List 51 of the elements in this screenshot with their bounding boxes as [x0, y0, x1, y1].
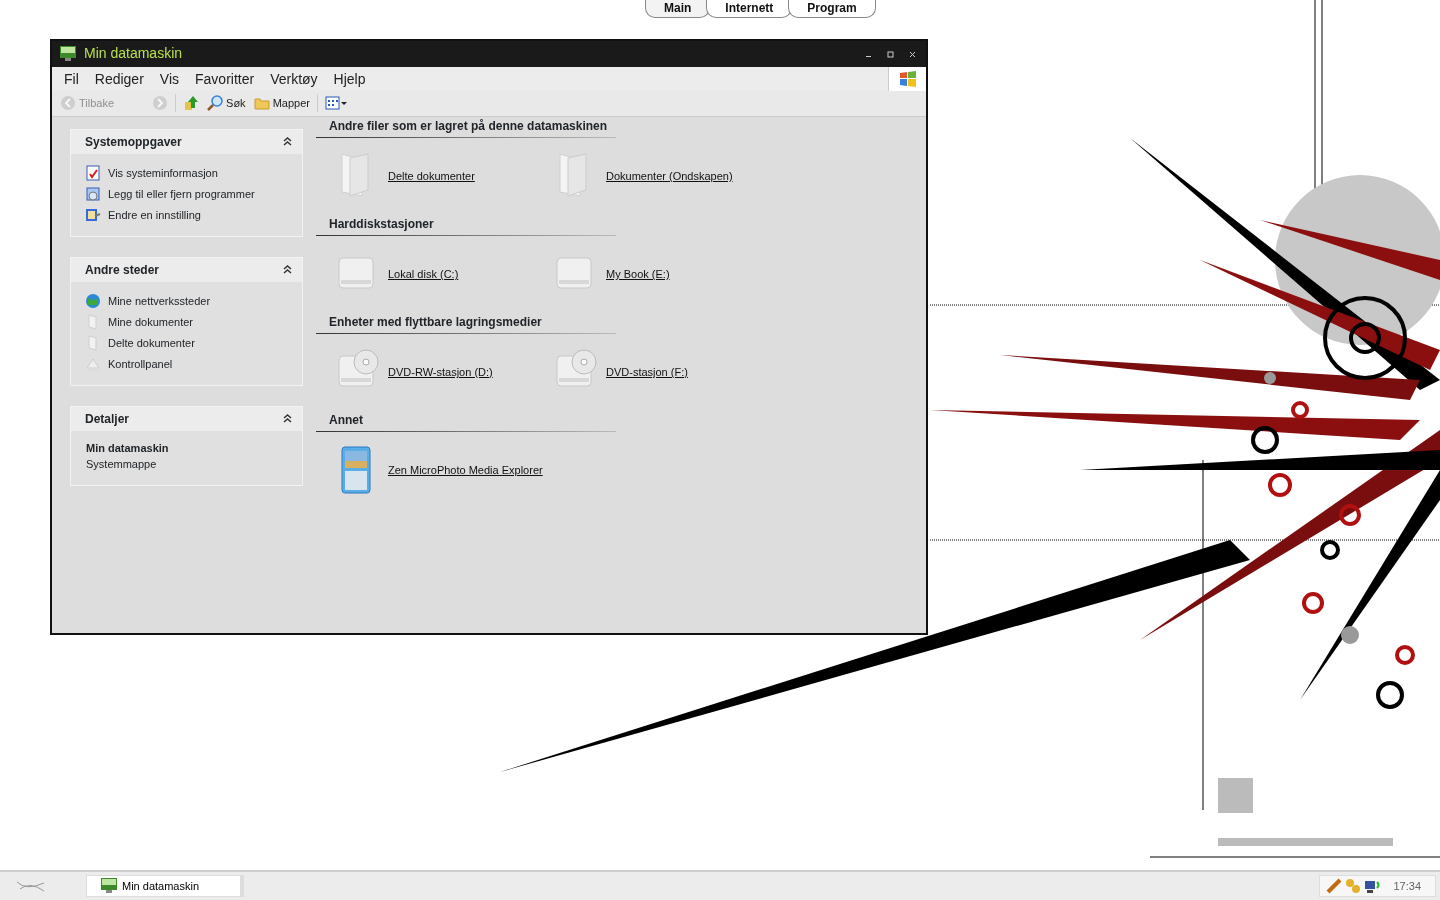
folder-up-icon [183, 95, 200, 112]
panel-link[interactable]: Vis systeminformasjon [108, 165, 218, 182]
panel-link[interactable]: Legg til eller fjern programmer [108, 186, 255, 203]
panel-link[interactable]: Delte dokumenter [108, 335, 195, 352]
clock: 17:34 [1393, 878, 1421, 894]
tray-tool-icon[interactable] [1326, 878, 1343, 894]
group-header: Andre filer som er lagret på denne datamaskinen [316, 116, 616, 138]
panel-link[interactable]: Mine dokumenter [108, 314, 193, 331]
menu-item[interactable]: Vis [151, 66, 187, 91]
folder-icon [253, 95, 270, 112]
menu-item[interactable]: Hjelp [325, 66, 374, 91]
search-button[interactable]: Søk [203, 95, 250, 112]
drive-link[interactable]: Lokal disk (C:) [336, 250, 554, 299]
document-check-icon [85, 165, 101, 182]
drive-link[interactable]: DVD-stasjon (F:) [554, 348, 772, 397]
window-title: Min datamaskin [84, 44, 183, 64]
folders-button[interactable]: Mapper [249, 95, 314, 112]
panel-title: Detaljer [85, 410, 130, 428]
group-header: Enheter med flyttbare lagringsmedier [316, 312, 616, 334]
panel-link[interactable]: Kontrollpanel [108, 356, 173, 373]
collapse-chevron-icon[interactable] [283, 137, 292, 147]
drive-link[interactable]: Delte dokumenter [336, 152, 554, 201]
drive-link[interactable]: Dokumenter (Ondskapen) [554, 152, 772, 201]
panel-icon [85, 207, 101, 224]
menu-item[interactable]: Favoritter [187, 66, 263, 91]
program-box-icon [85, 186, 101, 203]
monitor-icon [101, 878, 117, 894]
drive-link[interactable]: DVD-RW-stasjon (D:) [336, 348, 554, 397]
windows-logo-icon [898, 70, 917, 87]
panel-title: Andre steder [85, 261, 160, 279]
taskbar-button[interactable]: Min datamaskin [86, 875, 244, 897]
search-icon [207, 95, 224, 112]
panel-link[interactable]: Mine nettverkssteder [108, 293, 211, 310]
monitor-icon [60, 45, 76, 62]
menu-item[interactable]: Rediger [86, 66, 152, 91]
tab[interactable]: Program [788, 0, 876, 18]
menu-item[interactable]: Fil [56, 66, 87, 91]
group-header: Annet [316, 410, 616, 432]
drive-link[interactable]: Zen MicroPhoto Media Explorer [336, 446, 596, 495]
collapse-chevron-icon[interactable] [283, 265, 292, 275]
view-grid-icon [324, 95, 348, 112]
start-logo-icon[interactable] [16, 879, 46, 893]
collapse-chevron-icon[interactable] [283, 414, 292, 424]
menu-item[interactable]: Verktøy [262, 66, 326, 91]
details-name: Min datamaskin [86, 440, 170, 456]
drive-link[interactable]: My Book (E:) [554, 250, 772, 299]
panel-title: Systemoppgaver [85, 133, 182, 151]
group-header: Harddiskstasjoner [316, 214, 616, 236]
panel-link[interactable]: Endre en innstilling [108, 207, 201, 224]
globe-icon [85, 293, 101, 310]
details-type: Systemmappe [86, 457, 158, 473]
